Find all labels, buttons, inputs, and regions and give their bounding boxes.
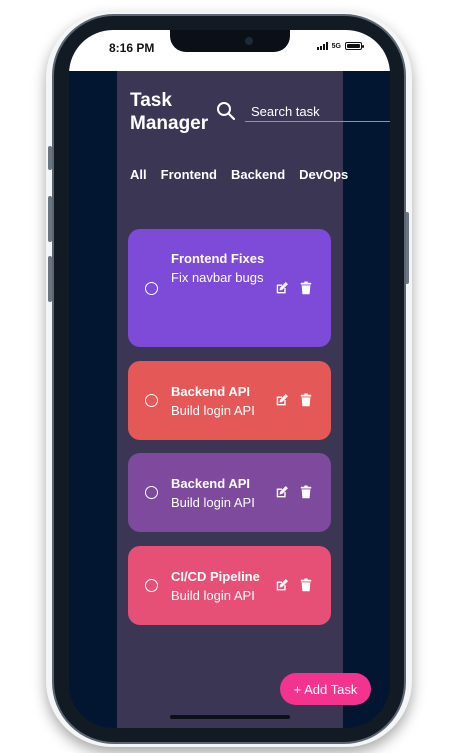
edit-icon[interactable] xyxy=(275,485,289,499)
task-title: Backend API xyxy=(171,476,250,491)
task-text: CI/CD Pipeline Build login API xyxy=(171,567,271,606)
tab-backend[interactable]: Backend xyxy=(231,167,285,182)
notch xyxy=(170,30,290,52)
task-actions xyxy=(275,485,313,499)
tab-frontend[interactable]: Frontend xyxy=(161,167,217,182)
status-indicators: 5G xyxy=(316,42,364,50)
status-bar: 8:16 PM 5G xyxy=(69,30,390,71)
trash-icon[interactable] xyxy=(299,281,313,295)
tab-devops[interactable]: DevOps xyxy=(299,167,348,182)
task-text: Backend API Build login API xyxy=(171,382,271,421)
app-panel: Task Manager All Frontend Backend DevOps… xyxy=(117,71,390,728)
task-description: Fix navbar bugs xyxy=(171,270,264,285)
task-complete-checkbox[interactable] xyxy=(145,282,158,295)
task-description: Build login API xyxy=(171,495,255,510)
task-card[interactable]: Backend API Build login API xyxy=(128,453,331,532)
task-card[interactable]: Frontend Fixes Fix navbar bugs xyxy=(128,229,331,347)
status-time: 8:16 PM xyxy=(109,41,155,55)
task-actions xyxy=(275,578,313,592)
page-title: Task Manager xyxy=(130,90,209,134)
task-description: Build login API xyxy=(171,403,255,418)
task-actions xyxy=(275,281,313,295)
search-input[interactable] xyxy=(245,102,390,122)
task-card[interactable]: CI/CD Pipeline Build login API xyxy=(128,546,331,625)
task-text: Backend API Build login API xyxy=(171,474,271,513)
task-description: Build login API xyxy=(171,588,255,603)
task-title: Backend API xyxy=(171,384,250,399)
task-card[interactable]: Backend API Build login API xyxy=(128,361,331,440)
task-title: CI/CD Pipeline xyxy=(171,569,260,584)
task-complete-checkbox[interactable] xyxy=(145,579,158,592)
home-indicator xyxy=(170,715,290,719)
signal-icon xyxy=(316,42,328,50)
network-label: 5G xyxy=(331,42,341,50)
task-actions xyxy=(275,393,313,407)
trash-icon[interactable] xyxy=(299,578,313,592)
phone-screen: 8:16 PM 5G Task Manager All Frontend Bac… xyxy=(69,30,390,728)
add-task-button[interactable]: + Add Task xyxy=(280,673,371,705)
edit-icon[interactable] xyxy=(275,578,289,592)
edit-icon[interactable] xyxy=(275,281,289,295)
trash-icon[interactable] xyxy=(299,485,313,499)
battery-icon xyxy=(345,42,364,50)
tab-all[interactable]: All xyxy=(130,167,147,182)
trash-icon[interactable] xyxy=(299,393,313,407)
camera-icon xyxy=(245,37,253,45)
search-icon[interactable] xyxy=(216,101,236,121)
task-text: Frontend Fixes Fix navbar bugs xyxy=(171,249,271,288)
edit-icon[interactable] xyxy=(275,393,289,407)
task-complete-checkbox[interactable] xyxy=(145,394,158,407)
task-title: Frontend Fixes xyxy=(171,251,265,266)
filter-tabs: All Frontend Backend DevOps xyxy=(130,167,362,182)
task-complete-checkbox[interactable] xyxy=(145,486,158,499)
